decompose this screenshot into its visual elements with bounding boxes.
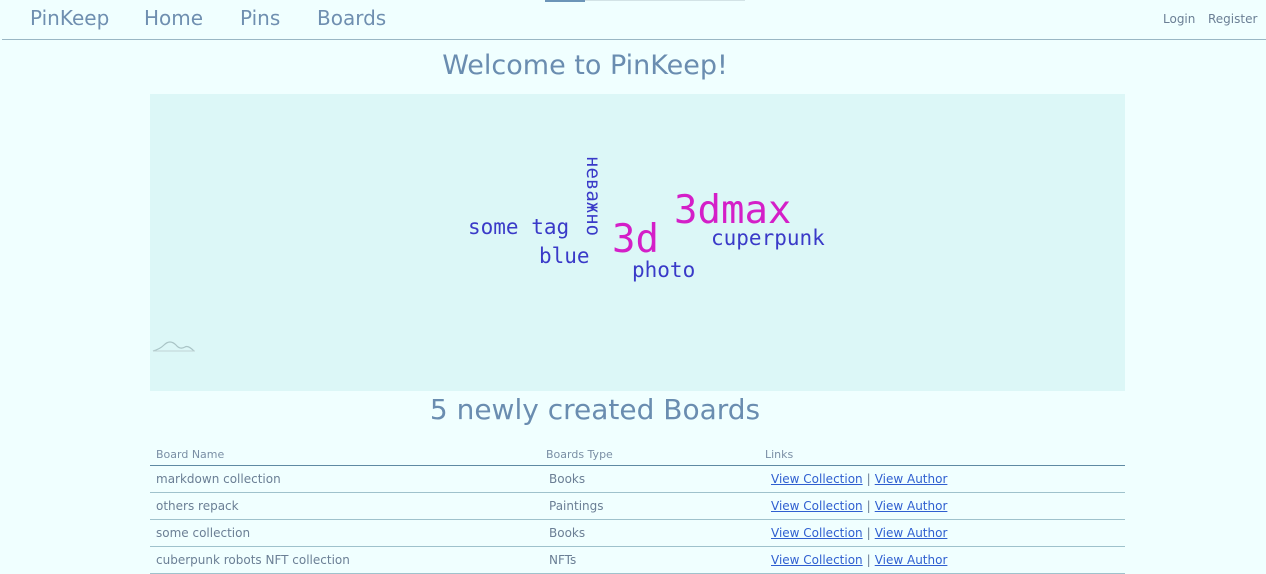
tag-some-tag[interactable]: some tag bbox=[468, 215, 569, 239]
nav-boards[interactable]: Boards bbox=[317, 6, 386, 30]
board-type: Paintings bbox=[540, 492, 759, 520]
boards-section-title: 5 newly created Boards bbox=[429, 393, 761, 426]
page-title: Welcome to PinKeep! bbox=[442, 50, 728, 81]
board-name: markdown collection bbox=[150, 465, 540, 493]
board-name: some collection bbox=[150, 519, 540, 547]
view-collection-link[interactable]: View Collection bbox=[771, 553, 863, 567]
board-links: View Collection | View Author bbox=[759, 465, 1125, 493]
tag-cuperpunk[interactable]: cuperpunk bbox=[711, 226, 825, 250]
view-collection-link[interactable]: View Collection bbox=[771, 526, 863, 540]
link-separator: | bbox=[866, 499, 871, 513]
view-author-link[interactable]: View Author bbox=[875, 526, 948, 540]
brand-link[interactable]: PinKeep bbox=[30, 6, 109, 30]
register-link[interactable]: Register bbox=[1208, 12, 1257, 26]
board-links: View Collection | View Author bbox=[759, 546, 1125, 574]
view-author-link[interactable]: View Author bbox=[875, 553, 948, 567]
tag-blue[interactable]: blue bbox=[539, 244, 590, 268]
board-type: Books bbox=[540, 465, 759, 493]
header-boards-type: Boards Type bbox=[540, 435, 759, 466]
link-separator: | bbox=[866, 472, 871, 486]
table-row: others repack Paintings View Collection |… bbox=[150, 492, 1125, 520]
login-link[interactable]: Login bbox=[1163, 12, 1195, 26]
tag-photo[interactable]: photo bbox=[632, 258, 695, 282]
loading-indicator bbox=[545, 0, 585, 2]
link-separator: | bbox=[866, 526, 871, 540]
top-navbar: PinKeep Home Pins Boards Login Register bbox=[2, 0, 1266, 40]
table-header-row: Board Name Boards Type Links bbox=[150, 435, 1125, 466]
view-author-link[interactable]: View Author bbox=[875, 499, 948, 513]
link-separator: | bbox=[866, 553, 871, 567]
boards-table: Board Name Boards Type Links markdown co… bbox=[150, 435, 1125, 574]
tag-nevazhno[interactable]: неважно bbox=[582, 156, 604, 236]
board-links: View Collection | View Author bbox=[759, 492, 1125, 520]
table-row: cuberpunk robots NFT collection NFTs Vie… bbox=[150, 546, 1125, 574]
board-type: Books bbox=[540, 519, 759, 547]
loading-wave-icon bbox=[152, 341, 195, 352]
tag-3d[interactable]: 3d bbox=[612, 217, 659, 262]
tag-cloud-canvas: some tag blue неважно 3d 3dmax cuperpunk… bbox=[152, 156, 825, 352]
view-author-link[interactable]: View Author bbox=[875, 472, 948, 486]
tag-cloud: some tag blue неважно 3d 3dmax cuperpunk… bbox=[150, 94, 1125, 391]
board-name: cuberpunk robots NFT collection bbox=[150, 546, 540, 574]
view-collection-link[interactable]: View Collection bbox=[771, 499, 863, 513]
header-links: Links bbox=[759, 435, 1125, 466]
view-collection-link[interactable]: View Collection bbox=[771, 472, 863, 486]
nav-pins[interactable]: Pins bbox=[240, 6, 280, 30]
nav-home[interactable]: Home bbox=[144, 6, 203, 30]
board-type: NFTs bbox=[540, 546, 759, 574]
board-links: View Collection | View Author bbox=[759, 519, 1125, 547]
table-row: markdown collection Books View Collectio… bbox=[150, 465, 1125, 493]
header-board-name: Board Name bbox=[150, 435, 540, 466]
table-row: some collection Books View Collection | Vi… bbox=[150, 519, 1125, 547]
board-name: others repack bbox=[150, 492, 540, 520]
